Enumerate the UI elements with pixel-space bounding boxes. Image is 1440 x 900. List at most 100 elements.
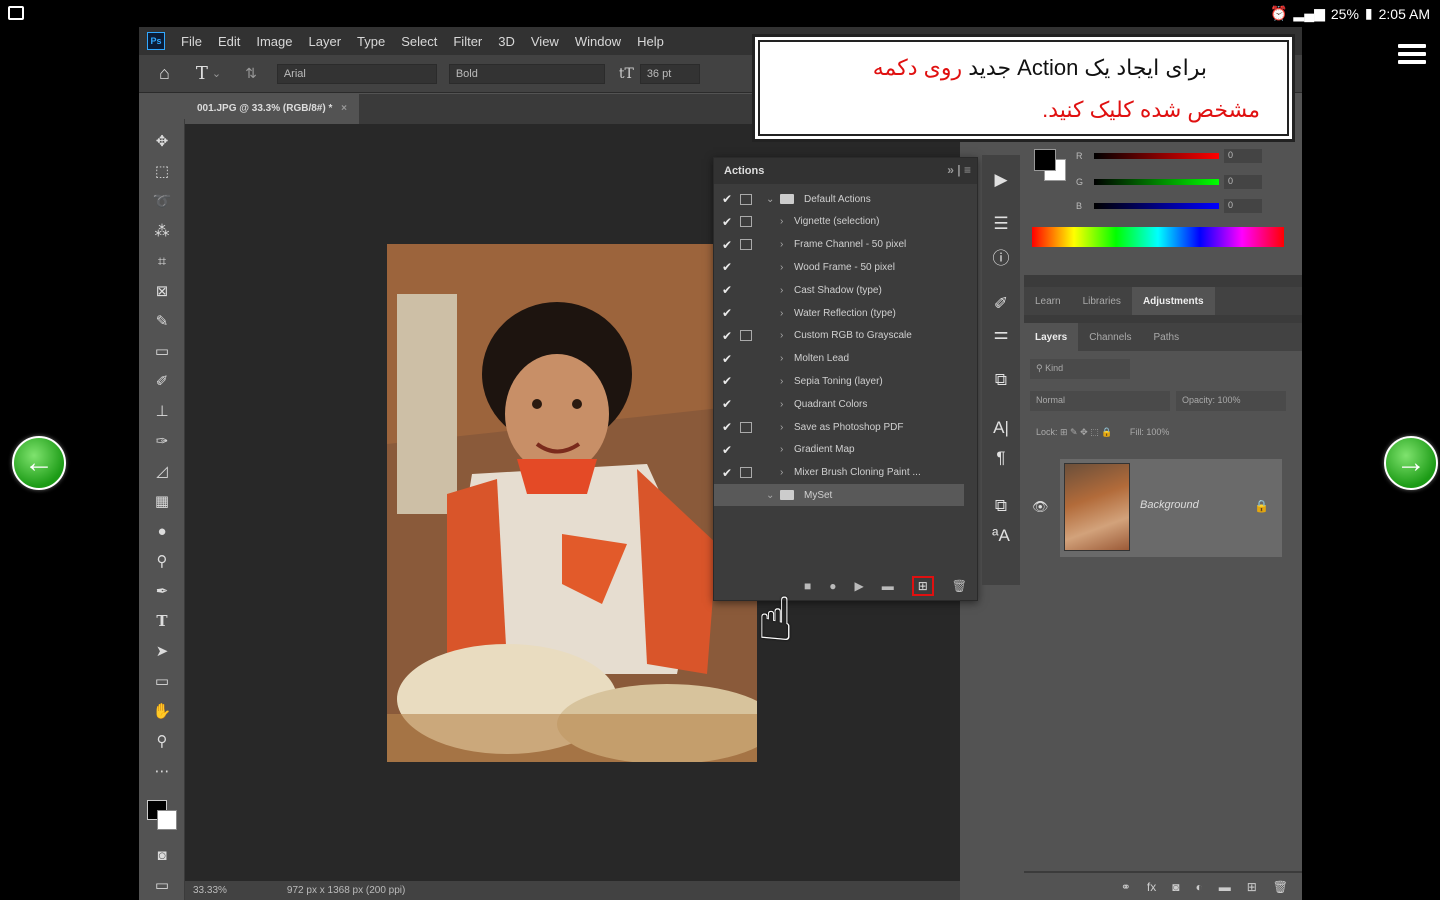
green-value[interactable]: 0 bbox=[1224, 175, 1262, 189]
document-size[interactable]: 972 px x 1368 px (200 ppi) bbox=[287, 885, 405, 896]
action-set-row[interactable]: ✔ ⌄ Default Actions bbox=[714, 188, 964, 210]
tab-libraries[interactable]: Libraries bbox=[1072, 287, 1132, 315]
more-tools-icon[interactable]: ⋯ bbox=[149, 759, 175, 783]
action-row[interactable]: ✔ › Gradient Map bbox=[714, 439, 964, 461]
close-icon[interactable]: × bbox=[341, 103, 347, 114]
dialog-toggle-icon[interactable] bbox=[740, 262, 752, 273]
delete-icon[interactable]: 🗑 bbox=[952, 579, 967, 593]
dialog-toggle-icon[interactable] bbox=[740, 308, 752, 319]
dialog-toggle-icon[interactable] bbox=[740, 399, 752, 410]
check-icon[interactable]: ✔ bbox=[714, 443, 740, 457]
new-layer-icon[interactable]: ⊞ bbox=[1247, 880, 1257, 894]
move-tool-icon[interactable]: ✥ bbox=[149, 129, 175, 153]
check-icon[interactable]: ✔ bbox=[714, 466, 740, 480]
dialog-toggle-icon[interactable] bbox=[740, 216, 752, 228]
screen-mode-icon[interactable]: ▭ bbox=[149, 873, 175, 897]
menu-filter[interactable]: Filter bbox=[445, 34, 490, 49]
pen-tool-icon[interactable]: ✒ bbox=[149, 579, 175, 603]
chevron-right-icon[interactable]: › bbox=[780, 353, 794, 364]
new-group-icon[interactable]: ▬ bbox=[1219, 880, 1231, 894]
action-row[interactable]: ✔ › Save as Photoshop PDF bbox=[714, 416, 964, 438]
chevron-down-icon[interactable]: ⌄ bbox=[212, 67, 221, 80]
dialog-toggle-icon[interactable] bbox=[740, 376, 752, 387]
quick-mask-icon[interactable]: ◙ bbox=[149, 843, 175, 867]
marquee-tool-icon[interactable]: ⬚ bbox=[149, 159, 175, 183]
blur-tool-icon[interactable]: ● bbox=[149, 519, 175, 543]
action-set-row[interactable]: ⌄ MySet bbox=[714, 484, 964, 507]
dialog-toggle-icon[interactable] bbox=[740, 421, 752, 433]
menu-type[interactable]: Type bbox=[349, 34, 393, 49]
color-spectrum[interactable] bbox=[1032, 227, 1284, 247]
check-icon[interactable]: ✔ bbox=[714, 329, 740, 343]
hand-tool-icon[interactable]: ✋ bbox=[149, 699, 175, 723]
chevron-right-icon[interactable]: › bbox=[780, 330, 794, 341]
tab-channels[interactable]: Channels bbox=[1078, 323, 1142, 351]
opacity-field[interactable]: Opacity: 100% bbox=[1176, 391, 1286, 411]
menu-3d[interactable]: 3D bbox=[490, 34, 523, 49]
dialog-toggle-icon[interactable] bbox=[740, 193, 752, 205]
document-image[interactable] bbox=[387, 244, 757, 762]
layer-name[interactable]: Background bbox=[1140, 499, 1199, 511]
chevron-right-icon[interactable]: › bbox=[780, 467, 794, 478]
chevron-right-icon[interactable]: › bbox=[780, 262, 794, 273]
crop-tool-icon[interactable]: ⌗ bbox=[149, 249, 175, 273]
dialog-toggle-icon[interactable] bbox=[740, 467, 752, 479]
blend-mode-select[interactable]: Normal bbox=[1030, 391, 1170, 411]
red-slider[interactable] bbox=[1094, 153, 1219, 159]
font-style-select[interactable]: Bold bbox=[448, 63, 605, 84]
check-icon[interactable]: ✔ bbox=[714, 192, 740, 206]
menu-help[interactable]: Help bbox=[629, 34, 672, 49]
blue-slider[interactable] bbox=[1094, 203, 1219, 209]
new-set-folder-icon[interactable]: ▬ bbox=[882, 579, 894, 593]
chevron-down-icon[interactable]: ⌄ bbox=[766, 194, 780, 205]
layer-filter-kind[interactable]: ⚲ Kind bbox=[1030, 359, 1130, 379]
home-icon[interactable]: ⌂ bbox=[159, 63, 170, 84]
healing-brush-icon[interactable]: ▭ bbox=[149, 339, 175, 363]
check-icon[interactable]: ✔ bbox=[714, 420, 740, 434]
chevron-right-icon[interactable]: › bbox=[780, 444, 794, 455]
tab-adjustments[interactable]: Adjustments bbox=[1131, 287, 1215, 315]
check-icon[interactable]: ✔ bbox=[714, 238, 740, 252]
menu-window[interactable]: Window bbox=[567, 34, 629, 49]
action-row[interactable]: ✔ › Water Reflection (type) bbox=[714, 302, 964, 324]
menu-select[interactable]: Select bbox=[393, 34, 445, 49]
actions-panel-title[interactable]: Actions bbox=[724, 165, 764, 177]
chevron-right-icon[interactable]: › bbox=[780, 376, 794, 387]
dialog-toggle-icon[interactable] bbox=[740, 353, 752, 364]
action-row[interactable]: ✔ › Custom RGB to Grayscale bbox=[714, 325, 964, 347]
eraser-icon[interactable]: ◿ bbox=[149, 459, 175, 483]
eyedropper-icon[interactable]: ✎ bbox=[149, 309, 175, 333]
panel-menu-icon[interactable]: » | ≡ bbox=[947, 163, 971, 177]
check-icon[interactable]: ✔ bbox=[714, 283, 740, 297]
previous-arrow-button[interactable]: ← bbox=[12, 436, 66, 490]
dialog-toggle-icon[interactable] bbox=[740, 330, 752, 342]
check-icon[interactable]: ✔ bbox=[714, 306, 740, 320]
info-icon[interactable]: ⓘ bbox=[990, 245, 1012, 268]
next-arrow-button[interactable]: → bbox=[1384, 436, 1438, 490]
menu-image[interactable]: Image bbox=[248, 34, 300, 49]
dialog-toggle-icon[interactable] bbox=[740, 490, 752, 501]
add-mask-icon[interactable]: ◙ bbox=[1172, 880, 1179, 894]
chevron-right-icon[interactable]: › bbox=[780, 216, 794, 227]
paragraph-icon[interactable]: ¶ bbox=[990, 447, 1012, 469]
background-color-swatch[interactable] bbox=[157, 810, 177, 830]
tab-layers[interactable]: Layers bbox=[1024, 323, 1079, 351]
fx-icon[interactable]: fx bbox=[1147, 880, 1156, 894]
stamp-tool-icon[interactable]: ⊥ bbox=[149, 399, 175, 423]
rectangle-tool-icon[interactable]: ▭ bbox=[149, 669, 175, 693]
action-row[interactable]: ✔ › Vignette (selection) bbox=[714, 211, 964, 233]
check-icon[interactable]: ✔ bbox=[714, 352, 740, 366]
menu-file[interactable]: File bbox=[173, 34, 210, 49]
action-row[interactable]: ✔ › Mixer Brush Cloning Paint ... bbox=[714, 462, 964, 484]
play-icon[interactable]: ▶ bbox=[855, 579, 864, 593]
document-tab[interactable]: 001.JPG @ 33.3% (RGB/8#) * × bbox=[185, 94, 359, 124]
actions-panel-icon[interactable]: ▶ bbox=[990, 169, 1012, 191]
adjustment-layer-icon[interactable]: ◐ bbox=[1195, 880, 1202, 894]
fill-value[interactable]: 100% bbox=[1146, 427, 1169, 437]
green-slider[interactable] bbox=[1094, 179, 1219, 185]
dialog-toggle-icon[interactable] bbox=[740, 285, 752, 296]
clone-source-icon[interactable]: ⧉ bbox=[990, 369, 1012, 391]
check-icon[interactable]: ✔ bbox=[714, 260, 740, 274]
lasso-tool-icon[interactable]: ➰ bbox=[149, 189, 175, 213]
link-layers-icon[interactable]: ⚭ bbox=[1121, 880, 1131, 894]
